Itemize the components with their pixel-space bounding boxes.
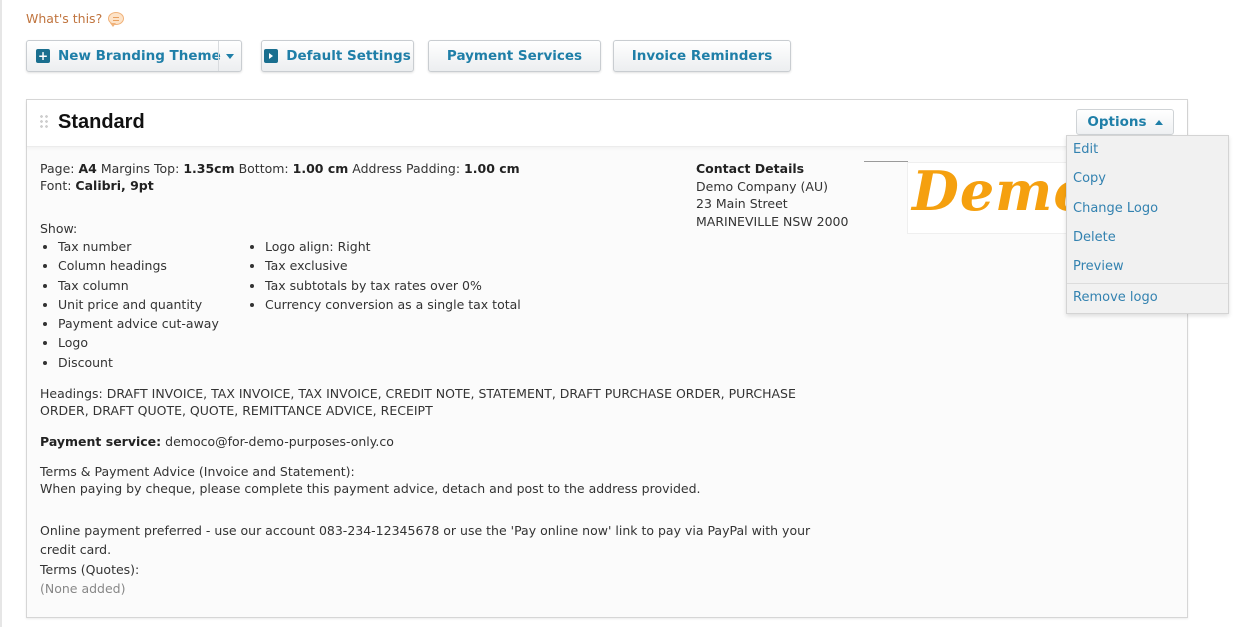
address-padding-value: 1.00 cm (464, 161, 520, 176)
drag-handle-icon[interactable] (39, 114, 49, 130)
show-list-col2: Logo align: Right Tax exclusive Tax subt… (247, 237, 521, 314)
list-item: Tax subtotals by tax rates over 0% (265, 276, 521, 295)
default-settings-label: Default Settings (286, 48, 411, 64)
list-item: Payment advice cut-away (58, 314, 219, 333)
list-item: Column headings (58, 256, 219, 275)
whats-this-link[interactable]: What's this? (26, 11, 125, 27)
menu-item-preview[interactable]: Preview (1073, 259, 1124, 274)
contact-line: 23 Main Street (696, 196, 788, 211)
play-icon (264, 49, 279, 63)
menu-item-change-logo[interactable]: Change Logo (1073, 201, 1158, 216)
logo-text: Demo (912, 162, 1068, 223)
terms-quotes-value: (None added) (40, 581, 126, 596)
contact-details: Contact Details Demo Company (AU) 23 Mai… (696, 160, 848, 230)
bottom-value: 1.00 cm (292, 161, 349, 176)
contact-heading: Contact Details (696, 161, 805, 176)
theme-title: Standard (58, 111, 145, 133)
margins-top-label: Margins Top: (100, 161, 180, 176)
show-label: Show: (40, 221, 78, 236)
list-item: Tax exclusive (265, 256, 521, 275)
online-payment-text: Online payment preferred - use our accou… (40, 523, 811, 557)
list-item: Currency conversion as a single tax tota… (265, 295, 521, 314)
menu-item-remove-logo[interactable]: Remove logo (1073, 290, 1158, 305)
show-list-col1: Tax number Column headings Tax column Un… (40, 237, 219, 372)
menu-item-edit[interactable]: Edit (1073, 142, 1098, 157)
invoice-reminders-button[interactable]: Invoice Reminders (613, 40, 791, 72)
options-button[interactable]: Options (1076, 109, 1174, 135)
address-padding-label: Address Padding: (352, 161, 461, 176)
menu-item-copy[interactable]: Copy (1073, 171, 1106, 186)
payment-services-label: Payment Services (446, 48, 583, 64)
list-item: Tax number (58, 237, 219, 256)
list-item: Logo (58, 333, 219, 352)
company-logo: Demo (907, 162, 1069, 234)
font-value: Calibri, 9pt (75, 178, 154, 193)
terms-text: When paying by cheque, please complete t… (40, 481, 701, 496)
page-specs: Page: A4 Margins Top: 1.35cm Bottom: 1.0… (40, 160, 520, 194)
menu-item-delete[interactable]: Delete (1073, 230, 1116, 245)
bottom-label: Bottom: (238, 161, 289, 176)
chevron-up-icon (1154, 119, 1163, 125)
list-item: Discount (58, 353, 219, 372)
contact-line: MARINEVILLE NSW 2000 (696, 213, 849, 229)
new-branding-theme-label: New Branding Theme (58, 48, 221, 64)
panel-header: Standard Options (27, 100, 1187, 147)
new-theme-dropdown-toggle[interactable] (218, 41, 241, 71)
new-branding-theme-button[interactable]: + New Branding Theme (26, 40, 242, 72)
payment-service-value: democo@for-demo-purposes-only.co (165, 434, 394, 449)
list-item: Unit price and quantity (58, 295, 219, 314)
headings-text: Headings: DRAFT INVOICE, TAX INVOICE, TA… (40, 386, 796, 418)
chevron-down-icon (226, 53, 234, 59)
list-item: Tax column (58, 276, 219, 295)
page-value: A4 (78, 161, 97, 176)
payment-service-label: Payment service: (40, 434, 162, 449)
list-item: Logo align: Right (265, 237, 521, 256)
page-label: Page: (40, 161, 75, 176)
payment-services-button[interactable]: Payment Services (428, 40, 601, 72)
page-left-border (0, 0, 2, 627)
divider (864, 161, 908, 162)
terms-quotes-label: Terms (Quotes): (40, 562, 140, 577)
default-settings-button[interactable]: Default Settings (261, 40, 414, 72)
menu-divider (1067, 283, 1228, 284)
branding-theme-panel: Standard Options Page: A4 Margins Top: 1… (26, 99, 1188, 618)
payment-service: Payment service: democo@for-demo-purpose… (40, 433, 394, 450)
whats-this-label: What's this? (26, 11, 103, 26)
terms-invoice: Terms & Payment Advice (Invoice and Stat… (40, 463, 820, 497)
options-label: Options (1087, 114, 1147, 130)
invoice-reminders-label: Invoice Reminders (631, 48, 773, 64)
contact-line: Demo Company (AU) (696, 178, 829, 194)
terms-label: Terms & Payment Advice (Invoice and Stat… (40, 464, 355, 479)
margins-top-value: 1.35cm (183, 161, 235, 176)
font-label: Font: (40, 178, 72, 193)
options-dropdown-menu: Edit Copy Change Logo Delete Preview Rem… (1066, 135, 1229, 314)
plus-icon: + (36, 49, 50, 63)
speech-bubble-icon (108, 11, 125, 27)
